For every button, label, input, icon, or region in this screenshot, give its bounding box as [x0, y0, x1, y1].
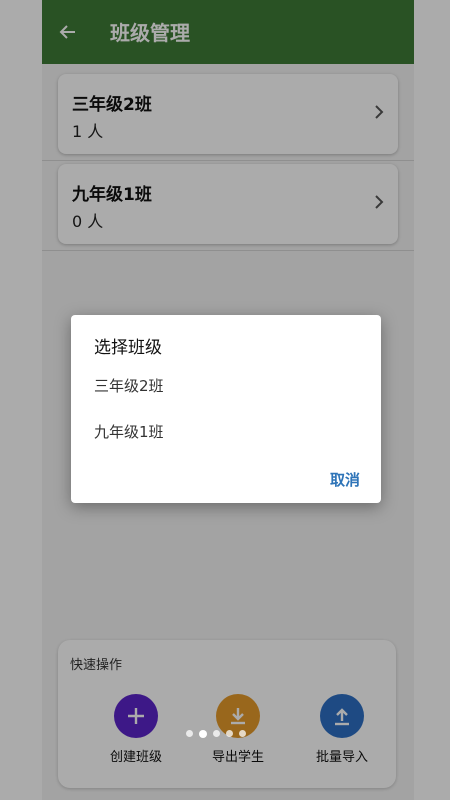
page-indicator: [186, 730, 246, 738]
page-dot: [226, 730, 233, 737]
page-dot: [213, 730, 220, 737]
page-dot-active: [199, 730, 207, 738]
page-dot: [186, 730, 193, 737]
dialog-option-class-1[interactable]: 九年级1班: [94, 421, 164, 442]
page-dot: [239, 730, 246, 737]
cancel-button[interactable]: 取消: [330, 469, 360, 490]
dialog-option-class-0[interactable]: 三年级2班: [94, 375, 164, 396]
dialog-title: 选择班级: [94, 338, 162, 358]
select-class-dialog: 选择班级 三年级2班 九年级1班 取消: [71, 315, 381, 503]
